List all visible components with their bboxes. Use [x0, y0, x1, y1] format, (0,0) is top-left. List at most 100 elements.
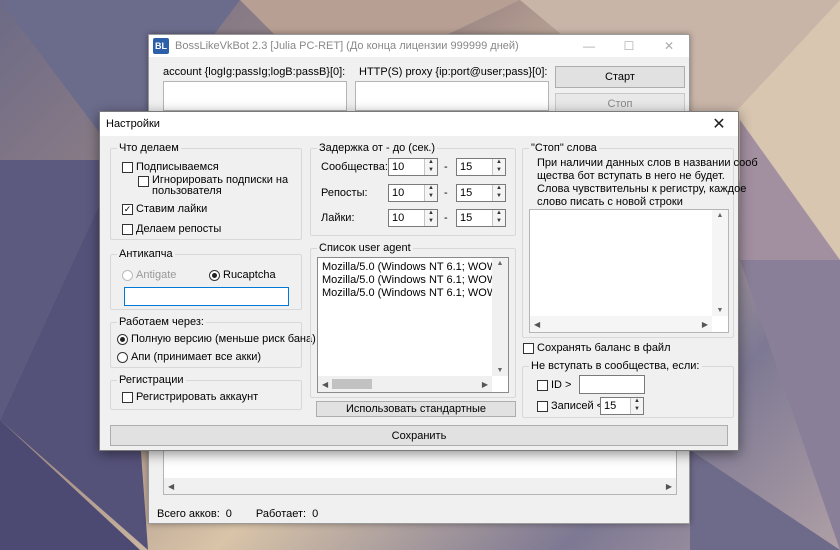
- spin-down-icon[interactable]: ▼: [493, 193, 505, 201]
- save-balance-checkbox[interactable]: Сохранять баланс в файл: [523, 342, 671, 354]
- working-value: 0: [312, 508, 319, 520]
- ignore-subscriptions-label: Игнорировать подписки на пользователя: [152, 175, 288, 197]
- posts-checkbox[interactable]: Записей <: [537, 400, 603, 412]
- scroll-left-icon[interactable]: ◀: [168, 482, 174, 491]
- delay-communities-label: Сообщества:: [321, 161, 388, 173]
- likes-to-spinner[interactable]: 15 ▲ ▼: [456, 209, 506, 227]
- api-radio-circle[interactable]: [117, 351, 128, 363]
- main-titlebar[interactable]: BL BossLikeVkBot 2.3 [Julia PC-RET] (До …: [149, 35, 689, 57]
- likes-label: Ставим лайки: [136, 203, 208, 215]
- log-area[interactable]: ◀ ▶: [163, 447, 677, 495]
- rucaptcha-radio[interactable]: Rucaptcha: [209, 269, 276, 281]
- use-default-button[interactable]: Использовать стандартные: [316, 401, 516, 417]
- subscribe-label: Подписываемся: [136, 161, 219, 173]
- scroll-right-icon[interactable]: ▶: [482, 380, 488, 389]
- spin-down-icon[interactable]: ▼: [493, 167, 505, 175]
- settings-dialog: Настройки ✕ Что делаем Подписываемся Игн…: [99, 111, 758, 451]
- register-checkbox[interactable]: Регистрировать аккаунт: [122, 391, 258, 403]
- scroll-down-icon[interactable]: ▼: [717, 307, 724, 314]
- ua-hscrollbar[interactable]: ◀ ▶: [318, 376, 492, 392]
- id-box[interactable]: [537, 379, 548, 391]
- id-input[interactable]: [579, 375, 645, 394]
- likes-to-value: 15: [460, 212, 473, 224]
- settings-titlebar[interactable]: Настройки ✕: [100, 112, 738, 136]
- reposts-from-value: 10: [392, 187, 405, 199]
- captcha-key-input[interactable]: [124, 287, 289, 306]
- spin-up-icon[interactable]: ▲: [425, 159, 437, 167]
- stopwords-hscrollbar[interactable]: ◀ ▶: [530, 316, 712, 332]
- spin-up-icon[interactable]: ▲: [425, 185, 437, 193]
- id-checkbox[interactable]: ID >: [537, 379, 571, 391]
- scroll-up-icon[interactable]: ▲: [717, 212, 724, 219]
- communities-from-value: 10: [392, 161, 405, 173]
- ignore-subscriptions-box[interactable]: [138, 176, 149, 187]
- reposts-checkbox[interactable]: Делаем репосты: [122, 223, 221, 235]
- spin-down-icon[interactable]: ▼: [425, 218, 437, 226]
- spin-up-icon[interactable]: ▲: [425, 210, 437, 218]
- scroll-left-icon[interactable]: ◀: [322, 380, 328, 389]
- spin-down-icon[interactable]: ▼: [631, 406, 643, 414]
- dialog-close-icon[interactable]: ✕: [704, 112, 734, 136]
- communities-to-value: 15: [460, 161, 473, 173]
- subscribe-box[interactable]: [122, 161, 133, 173]
- scroll-left-icon[interactable]: ◀: [534, 320, 540, 329]
- stopwords-textarea[interactable]: ▲ ▼ ◀ ▶: [529, 209, 729, 333]
- total-accounts-label: Всего акков:: [157, 508, 220, 520]
- likes-checkbox[interactable]: ✓ Ставим лайки: [122, 203, 207, 215]
- likes-box[interactable]: ✓: [122, 203, 133, 215]
- register-box[interactable]: [122, 391, 133, 403]
- nojoin-group-title: Не вступать в сообщества, если:: [529, 360, 702, 372]
- ua-listbox[interactable]: Mozilla/5.0 (Windows NT 6.1; WOW64; r Mo…: [317, 257, 509, 393]
- delay-likes-label: Лайки:: [321, 212, 355, 224]
- save-balance-box[interactable]: [523, 342, 534, 354]
- account-label: account {logIg:passIg;logB:passB}[0]:: [163, 66, 346, 78]
- ignore-line-2: пользователя: [152, 185, 222, 197]
- stopwords-vscrollbar[interactable]: ▲ ▼: [712, 210, 728, 316]
- reposts-box[interactable]: [122, 223, 133, 235]
- account-textarea[interactable]: [163, 81, 347, 111]
- proxy-textarea[interactable]: [355, 81, 549, 111]
- full-version-radio-circle[interactable]: [117, 333, 128, 345]
- scroll-down-icon[interactable]: ▼: [497, 367, 504, 374]
- what-group-title: Что делаем: [117, 142, 181, 154]
- nojoin-group: Не вступать в сообщества, если: ID > Зап…: [522, 360, 734, 418]
- api-radio[interactable]: Апи (принимает все акки): [117, 351, 261, 363]
- scroll-up-icon[interactable]: ▲: [497, 260, 504, 267]
- spin-up-icon[interactable]: ▲: [493, 210, 505, 218]
- subscribe-checkbox[interactable]: Подписываемся: [122, 161, 219, 173]
- scroll-thumb[interactable]: [332, 379, 372, 389]
- posts-spinner[interactable]: 15 ▲ ▼: [600, 397, 644, 415]
- reposts-to-spinner[interactable]: 15 ▲ ▼: [456, 184, 506, 202]
- total-accounts-value: 0: [225, 508, 232, 520]
- likes-from-spinner[interactable]: 10 ▲ ▼: [388, 209, 438, 227]
- reposts-label: Делаем репосты: [136, 223, 222, 235]
- start-button[interactable]: Старт: [555, 66, 685, 88]
- spin-down-icon[interactable]: ▼: [493, 218, 505, 226]
- spin-up-icon[interactable]: ▲: [631, 398, 643, 406]
- ignore-subscriptions-checkbox[interactable]: Игнорировать подписки на пользователя: [138, 175, 288, 197]
- spin-up-icon[interactable]: ▲: [493, 185, 505, 193]
- rucaptcha-radio-circle[interactable]: [209, 269, 220, 281]
- ua-line: Mozilla/5.0 (Windows NT 6.1; WOW64) A: [322, 287, 509, 299]
- antigate-radio-circle[interactable]: [122, 269, 133, 281]
- scroll-right-icon[interactable]: ▶: [666, 482, 672, 491]
- reposts-from-spinner[interactable]: 10 ▲ ▼: [388, 184, 438, 202]
- main-window-title: BossLikeVkBot 2.3 [Julia PC-RET] (До кон…: [175, 40, 519, 52]
- communities-from-spinner[interactable]: 10 ▲ ▼: [388, 158, 438, 176]
- spin-down-icon[interactable]: ▼: [425, 167, 437, 175]
- log-hscrollbar[interactable]: ◀ ▶: [164, 478, 676, 494]
- posts-box[interactable]: [537, 400, 548, 412]
- save-button[interactable]: Сохранить: [110, 425, 728, 446]
- close-icon[interactable]: ✕: [649, 35, 689, 57]
- spin-down-icon[interactable]: ▼: [425, 193, 437, 201]
- delay-dash: -: [444, 212, 448, 224]
- working-label: Работает:: [255, 508, 307, 520]
- full-version-radio[interactable]: Полную версию (меньше риск бана): [117, 333, 316, 345]
- spin-up-icon[interactable]: ▲: [493, 159, 505, 167]
- communities-to-spinner[interactable]: 15 ▲ ▼: [456, 158, 506, 176]
- ua-vscrollbar[interactable]: ▲ ▼: [492, 258, 508, 376]
- minimize-icon[interactable]: —: [569, 35, 609, 57]
- scroll-right-icon[interactable]: ▶: [702, 320, 708, 329]
- maximize-icon[interactable]: ☐: [609, 35, 649, 57]
- antigate-radio[interactable]: Antigate: [122, 269, 176, 281]
